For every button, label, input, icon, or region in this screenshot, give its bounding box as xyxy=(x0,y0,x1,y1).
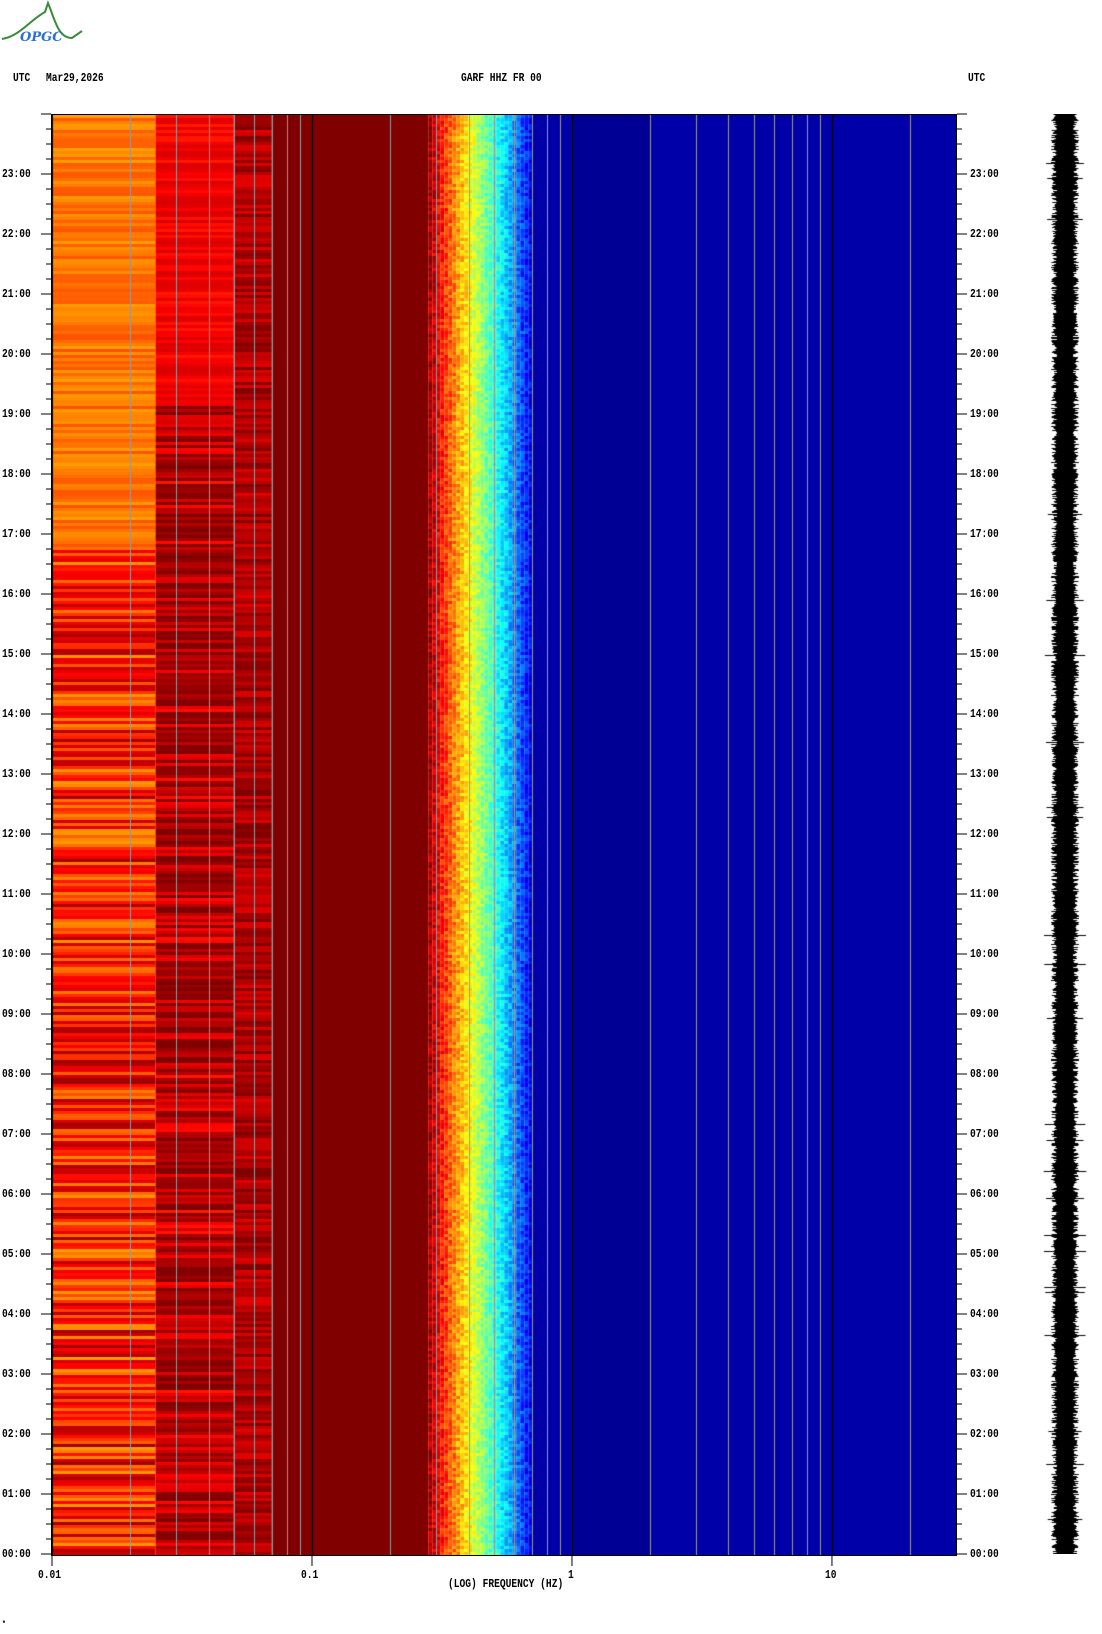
y-tick-label-right: 02:00 xyxy=(970,1427,999,1441)
x-tick-label: 0.01 xyxy=(38,1568,62,1582)
y-tick-label-left: 15:00 xyxy=(2,647,31,661)
y-tick-label-left: 16:00 xyxy=(2,587,31,601)
x-tick-label: 1 xyxy=(568,1568,575,1582)
y-tick-label-left: 05:00 xyxy=(2,1247,31,1261)
y-tick-label-left: 02:00 xyxy=(2,1427,31,1441)
axes xyxy=(41,113,967,1566)
y-tick-label-left: 04:00 xyxy=(2,1307,31,1321)
y-tick-label-left: 06:00 xyxy=(2,1187,31,1201)
y-tick-label-right: 01:00 xyxy=(970,1487,999,1501)
y-tick-label-left: 19:00 xyxy=(2,407,31,421)
x-tick-label: 10 xyxy=(824,1568,837,1582)
y-tick-label-left: 10:00 xyxy=(2,947,31,961)
y-tick-label-left: 22:00 xyxy=(2,227,31,241)
y-tick-label-left: 20:00 xyxy=(2,347,31,361)
y-tick-label-right: 19:00 xyxy=(970,407,999,421)
y-tick-label-right: 12:00 xyxy=(970,827,999,841)
y-tick-label-left: 23:00 xyxy=(2,167,31,181)
y-tick-label-right: 20:00 xyxy=(970,347,999,361)
y-tick-label-right: 03:00 xyxy=(970,1367,999,1381)
footer-mark: * xyxy=(2,1620,6,1629)
y-tick-label-right: 06:00 xyxy=(970,1187,999,1201)
y-tick-label-left: 00:00 xyxy=(2,1547,31,1561)
y-tick-label-right: 14:00 xyxy=(970,707,999,721)
y-tick-label-right: 15:00 xyxy=(970,647,999,661)
y-tick-label-right: 11:00 xyxy=(970,887,999,901)
y-tick-label-right: 17:00 xyxy=(970,527,999,541)
y-tick-label-left: 12:00 xyxy=(2,827,31,841)
y-tick-label-right: 22:00 xyxy=(970,227,999,241)
y-tick-label-right: 09:00 xyxy=(970,1007,999,1021)
y-tick-label-left: 08:00 xyxy=(2,1067,31,1081)
y-tick-label-right: 16:00 xyxy=(970,587,999,601)
x-axis-label: (LOG) FREQUENCY (HZ) xyxy=(448,1577,564,1591)
y-tick-label-left: 13:00 xyxy=(2,767,31,781)
y-tick-label-right: 07:00 xyxy=(970,1127,999,1141)
x-tick-label: 0.1 xyxy=(301,1568,319,1582)
y-tick-label-left: 07:00 xyxy=(2,1127,31,1141)
y-tick-label-right: 04:00 xyxy=(970,1307,999,1321)
y-tick-label-left: 21:00 xyxy=(2,287,31,301)
y-tick-label-right: 10:00 xyxy=(970,947,999,961)
y-tick-label-left: 14:00 xyxy=(2,707,31,721)
y-tick-label-right: 18:00 xyxy=(970,467,999,481)
y-tick-label-right: 23:00 xyxy=(970,167,999,181)
y-tick-label-left: 03:00 xyxy=(2,1367,31,1381)
y-tick-label-right: 21:00 xyxy=(970,287,999,301)
y-tick-label-right: 08:00 xyxy=(970,1067,999,1081)
y-tick-label-left: 18:00 xyxy=(2,467,31,481)
y-tick-label-left: 17:00 xyxy=(2,527,31,541)
y-tick-label-left: 11:00 xyxy=(2,887,31,901)
y-tick-label-left: 01:00 xyxy=(2,1487,31,1501)
y-tick-label-right: 00:00 xyxy=(970,1547,999,1561)
y-tick-label-left: 09:00 xyxy=(2,1007,31,1021)
y-tick-label-right: 13:00 xyxy=(970,767,999,781)
y-tick-label-right: 05:00 xyxy=(970,1247,999,1261)
